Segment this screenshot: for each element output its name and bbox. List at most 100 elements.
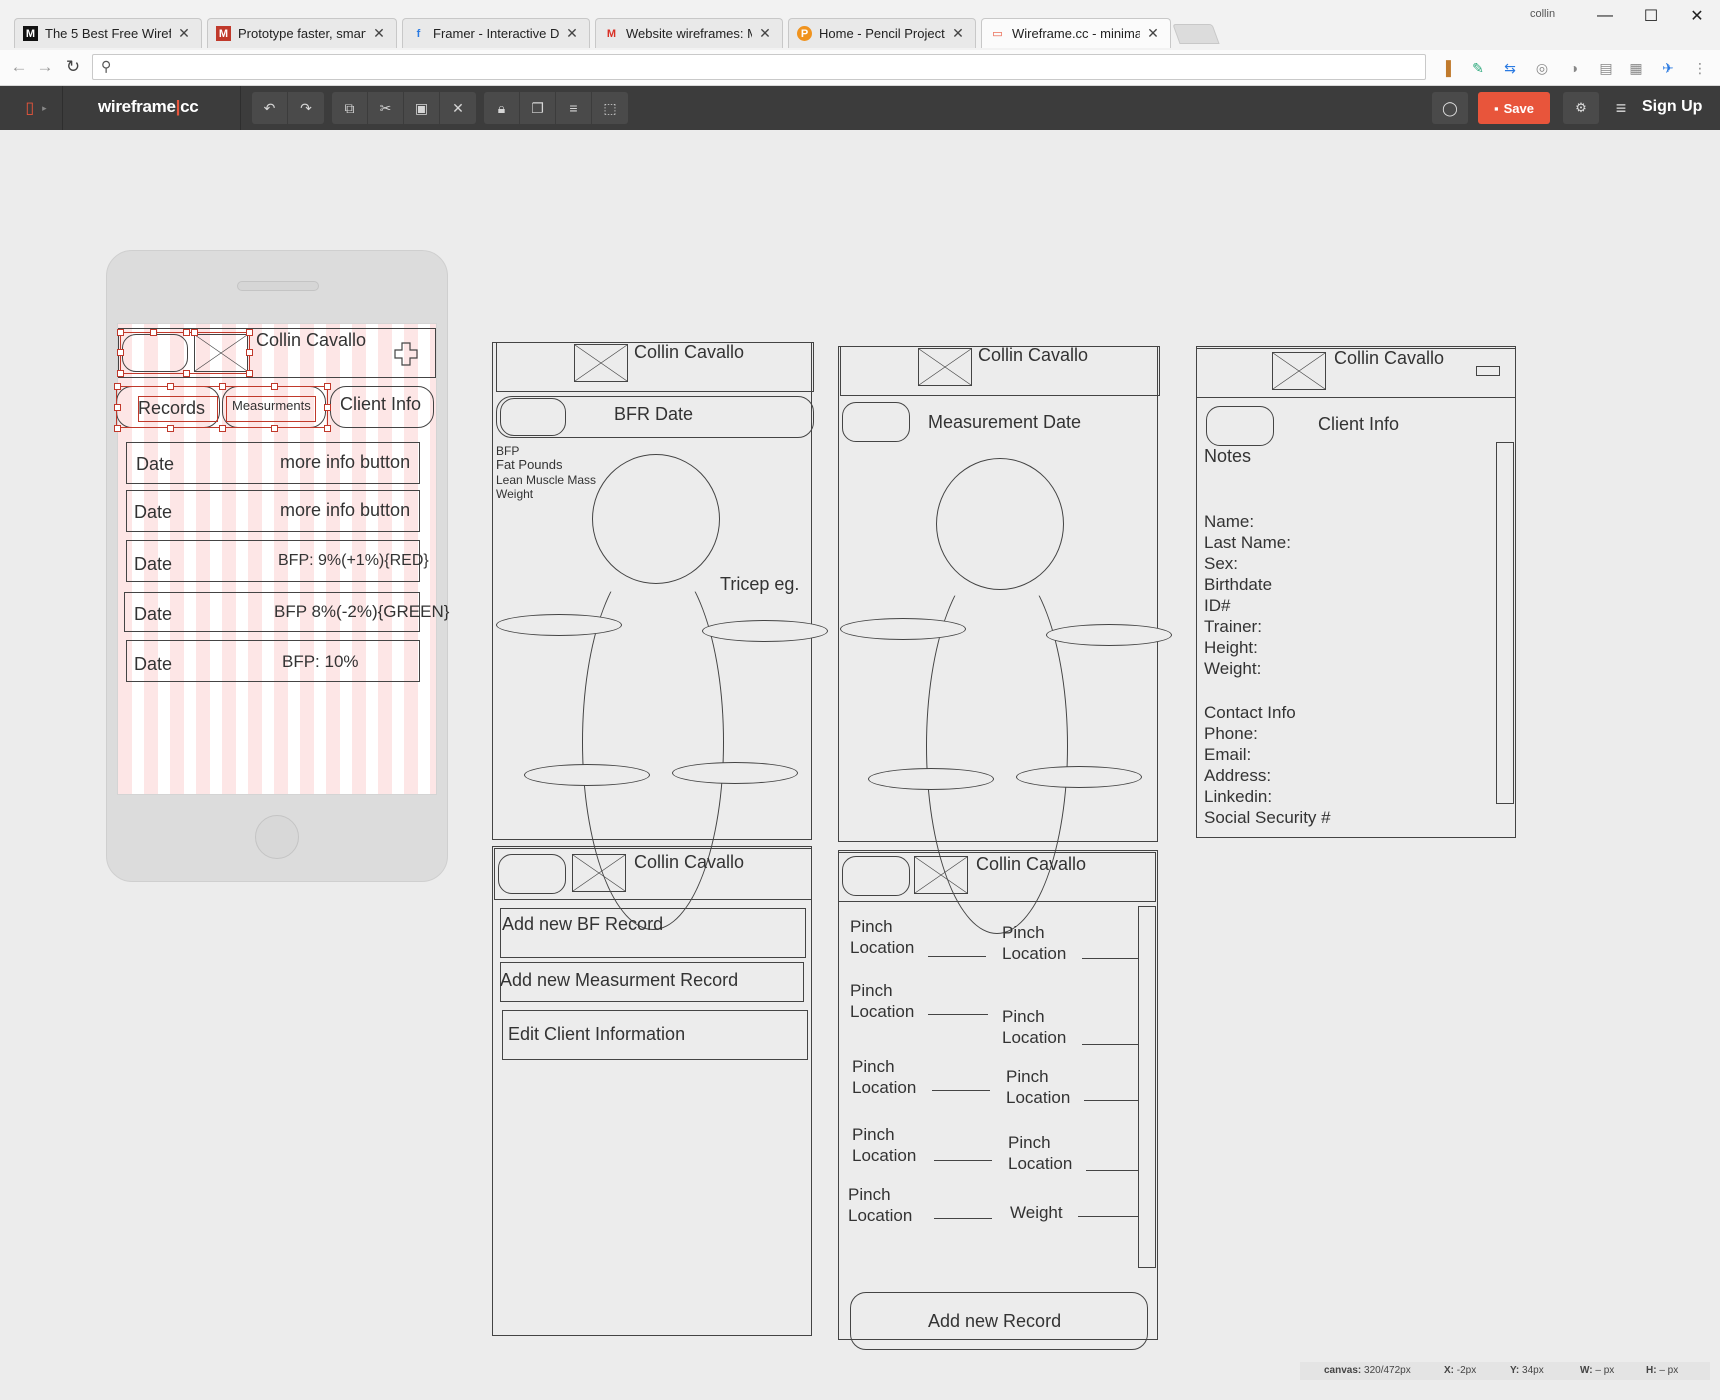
right-arm-shape[interactable] <box>702 620 828 642</box>
tab-close-icon[interactable]: ✕ <box>372 25 386 42</box>
paste-icon[interactable]: ▣ <box>404 92 440 124</box>
minimize-icon[interactable]: — <box>1582 2 1628 30</box>
comment-button[interactable]: ◯ <box>1432 92 1468 124</box>
grid-icon[interactable]: ▦ <box>1626 58 1646 78</box>
arrows-icon[interactable]: ⇆ <box>1500 58 1520 78</box>
pinch-input-line[interactable] <box>1082 958 1138 959</box>
right-arm-shape[interactable] <box>1046 624 1172 646</box>
save-button[interactable]: ▪ Save <box>1478 92 1550 124</box>
back-rounded-button[interactable] <box>498 854 566 894</box>
cut-icon[interactable]: ✂ <box>368 92 404 124</box>
resize-handle[interactable] <box>246 329 253 336</box>
resize-handle[interactable] <box>191 329 198 336</box>
delete-icon[interactable]: ✕ <box>440 92 476 124</box>
pinch-input-line[interactable] <box>932 1090 990 1091</box>
tab-close-icon[interactable]: ✕ <box>1146 25 1160 42</box>
body-head-shape[interactable] <box>592 454 720 584</box>
shield-icon[interactable]: ◑ <box>1564 58 1584 78</box>
app-logo[interactable]: wireframe|cc <box>98 97 199 117</box>
tab-close-icon[interactable]: ✕ <box>951 25 965 42</box>
browser-tab[interactable]: P Home - Pencil Project ✕ <box>788 18 976 48</box>
pinch-input-line[interactable] <box>928 956 986 957</box>
phone-screen[interactable]: Collin Cavallo Records Measurments Clien… <box>114 323 449 795</box>
pinch-input-line[interactable] <box>1084 1100 1138 1101</box>
browser-tab-active[interactable]: ▭ Wireframe.cc - minimal w ✕ <box>981 18 1171 48</box>
avatar-image-placeholder[interactable] <box>914 856 968 894</box>
resize-handle[interactable] <box>271 383 278 390</box>
align-icon[interactable]: ≡ <box>556 92 592 124</box>
avatar-image-placeholder[interactable] <box>574 344 628 382</box>
undo-icon[interactable]: ↶ <box>252 92 288 124</box>
scrollbar[interactable] <box>1496 442 1514 804</box>
eyedropper-icon[interactable]: ✎ <box>1468 58 1488 78</box>
scrollbar[interactable] <box>1138 906 1156 1268</box>
right-leg-shape[interactable] <box>1016 766 1142 788</box>
left-arm-shape[interactable] <box>840 618 966 640</box>
body-head-shape[interactable] <box>936 458 1064 590</box>
maximize-icon[interactable]: ☐ <box>1628 2 1674 30</box>
resize-handle[interactable] <box>324 383 331 390</box>
minimize-bar-icon[interactable] <box>1476 366 1500 376</box>
resize-handle[interactable] <box>114 404 121 411</box>
profile-name[interactable]: collin <box>1530 8 1555 20</box>
browser-tab[interactable]: M Website wireframes: Moc ✕ <box>595 18 783 48</box>
browser-tab[interactable]: f Framer - Interactive Desi ✕ <box>402 18 590 48</box>
resize-handle[interactable] <box>117 349 124 356</box>
pinch-input-line[interactable] <box>1082 1044 1138 1045</box>
back-rounded-button[interactable] <box>500 398 566 436</box>
window-icon[interactable]: ▤ <box>1596 58 1616 78</box>
browser-tab[interactable]: M Prototype faster, smarter ✕ <box>207 18 397 48</box>
sign-up-link[interactable]: Sign Up <box>1642 98 1702 116</box>
pinch-input-line[interactable] <box>934 1218 992 1219</box>
resize-handle[interactable] <box>219 425 226 432</box>
tab-close-icon[interactable]: ✕ <box>565 25 579 42</box>
resize-handle[interactable] <box>324 404 331 411</box>
left-arm-shape[interactable] <box>496 614 622 636</box>
resize-handle[interactable] <box>114 425 121 432</box>
resize-handle[interactable] <box>150 329 157 336</box>
left-leg-shape[interactable] <box>868 768 994 790</box>
design-canvas[interactable]: Collin Cavallo Records Measurments Clien… <box>0 130 1720 1370</box>
bring-front-icon[interactable]: ❐ <box>520 92 556 124</box>
right-leg-shape[interactable] <box>672 762 798 784</box>
tab-close-icon[interactable]: ✕ <box>177 25 191 42</box>
address-bar[interactable]: ⚲ <box>92 54 1426 80</box>
url-input[interactable] <box>123 57 1413 77</box>
resize-handle[interactable] <box>246 370 253 377</box>
resize-handle[interactable] <box>183 370 190 377</box>
settings-button[interactable]: ⚙ <box>1563 92 1599 124</box>
left-leg-shape[interactable] <box>524 764 650 786</box>
tab-close-icon[interactable]: ✕ <box>758 25 772 42</box>
brush-icon[interactable]: ▐ <box>1436 58 1456 78</box>
resize-handle[interactable] <box>167 425 174 432</box>
device-selector-button[interactable]: ▯ ▸ <box>14 92 58 124</box>
new-tab-button[interactable] <box>1172 24 1220 44</box>
reload-icon[interactable]: ↻ <box>62 56 84 78</box>
hamburger-menu-icon[interactable]: ≡ <box>1608 94 1634 122</box>
avatar-image-placeholder[interactable] <box>1272 352 1326 390</box>
resize-handle[interactable] <box>114 383 121 390</box>
resize-handle[interactable] <box>167 383 174 390</box>
weight-input-line[interactable] <box>1078 1216 1138 1217</box>
back-rounded-button[interactable] <box>842 856 910 896</box>
resize-handle[interactable] <box>183 329 190 336</box>
plus-icon[interactable] <box>394 342 418 366</box>
resize-handle[interactable] <box>117 370 124 377</box>
more-icon[interactable]: ⋮ <box>1690 58 1710 78</box>
resize-handle[interactable] <box>246 349 253 356</box>
back-rounded-button[interactable] <box>842 402 910 442</box>
browser-tab[interactable]: M The 5 Best Free Wirefram ✕ <box>14 18 202 48</box>
pinch-input-line[interactable] <box>934 1160 992 1161</box>
back-icon[interactable]: ← <box>8 56 30 78</box>
avatar-image-placeholder[interactable] <box>918 348 972 386</box>
satellite-icon[interactable]: ✈ <box>1658 58 1678 78</box>
close-window-icon[interactable]: ✕ <box>1674 2 1720 30</box>
forward-icon[interactable]: → <box>34 56 56 78</box>
circle-icon[interactable]: ◎ <box>1532 58 1552 78</box>
resize-handle[interactable] <box>117 329 124 336</box>
lock-icon[interactable]: 🔒︎ <box>484 92 520 124</box>
resize-handle[interactable] <box>324 425 331 432</box>
pinch-input-line[interactable] <box>928 1014 988 1015</box>
copy-icon[interactable]: ⧉ <box>332 92 368 124</box>
pinch-input-line[interactable] <box>1086 1170 1138 1171</box>
